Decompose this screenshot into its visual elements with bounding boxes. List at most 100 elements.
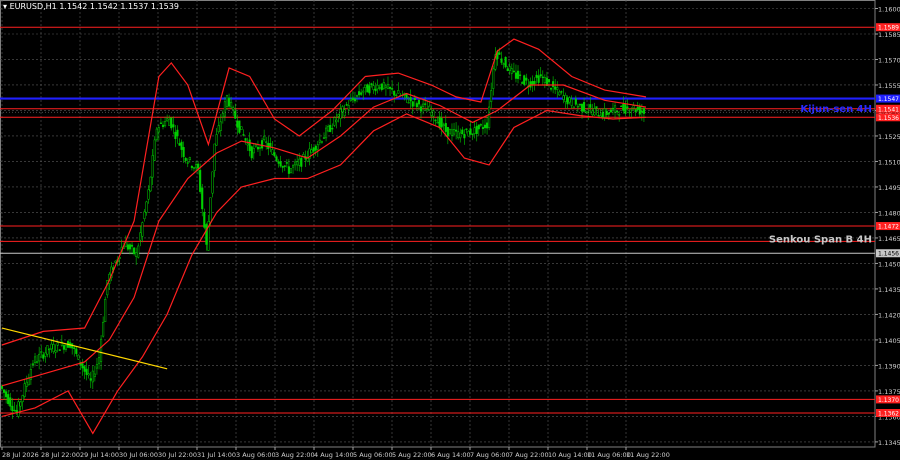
candle-body [593, 108, 596, 116]
candle-body [54, 350, 57, 353]
candle-body [172, 124, 175, 128]
candle-body [442, 124, 445, 126]
candle-body [459, 132, 462, 139]
candle-body [481, 127, 484, 130]
candle-body [9, 397, 12, 407]
candle-body [133, 247, 136, 255]
candle-body [36, 361, 39, 363]
candle-body [190, 166, 193, 168]
candle-body [194, 164, 198, 169]
candle-body [228, 97, 231, 107]
candle-body [314, 145, 317, 151]
candle-body [176, 129, 179, 137]
candle-body [490, 90, 493, 102]
candle-body [197, 163, 200, 169]
candle-body [428, 105, 431, 111]
candle-body [370, 83, 373, 86]
candle-body [562, 95, 565, 100]
candle-body [523, 75, 526, 85]
candle-body [607, 112, 610, 115]
candle-body [141, 222, 144, 237]
candle-body [479, 124, 482, 126]
candle-body [502, 63, 505, 65]
candle-body [312, 147, 315, 152]
candle-body [409, 97, 412, 102]
candle-body [620, 105, 623, 108]
price-tick-label: 1.1480 [878, 209, 900, 217]
candle-body [329, 124, 332, 132]
ohlc-readout: 1.1542 1.1542 1.1537 1.1539 [59, 2, 179, 11]
candle-body [174, 131, 177, 139]
time-tick-label: 28 Jul 22:00 [41, 451, 80, 459]
candle-body [422, 103, 425, 107]
candle-body [636, 106, 639, 110]
candle-body [265, 141, 268, 143]
dropdown-triangle-icon[interactable]: ▾ [3, 2, 7, 11]
candle-body [391, 88, 394, 90]
candle-body [486, 122, 489, 129]
candle-body [320, 141, 323, 143]
level-price-label: 1.1536 [878, 115, 899, 122]
candle-body [126, 244, 129, 250]
candle-body [347, 105, 350, 110]
candle-body [7, 394, 10, 404]
level-price-label: 1.1547 [878, 96, 899, 103]
candle-body [248, 139, 251, 151]
price-tick-label: 1.1570 [878, 56, 900, 64]
candle-body [488, 106, 491, 129]
line-annotation: Kijun-sen 4H [800, 104, 872, 115]
candle-body [139, 232, 142, 241]
candle-body [258, 147, 262, 149]
candle-body [46, 345, 49, 355]
price-chart[interactable]: 1.16001.15851.15701.15551.15401.15251.15… [0, 0, 900, 460]
candle-body [516, 70, 520, 79]
candle-body [595, 106, 598, 109]
candle-body [477, 124, 480, 130]
candle-body [316, 144, 319, 150]
candle-body [159, 122, 162, 124]
candle-body [411, 101, 414, 107]
candle-body [508, 66, 511, 72]
candle-body [275, 156, 278, 161]
candle-body [547, 79, 551, 83]
candle-body [376, 84, 379, 90]
candle-body [137, 245, 140, 258]
candle-body [483, 124, 487, 129]
candle-body [157, 127, 160, 133]
candle-body [426, 109, 429, 112]
candle-body [405, 94, 408, 99]
level-price-label: 1.1362 [878, 411, 899, 418]
time-tick-label: 6 Aug 14:00 [431, 451, 471, 459]
candle-body [510, 68, 513, 74]
candle-body [535, 74, 538, 78]
candle-body [397, 90, 400, 94]
candle-body [622, 104, 625, 111]
candle-body [566, 97, 569, 105]
candle-body [130, 244, 134, 247]
price-tick-label: 1.1585 [878, 31, 900, 39]
candle-body [244, 138, 247, 141]
candle-body [102, 321, 105, 337]
candle-body [95, 364, 98, 369]
candle-body [236, 120, 239, 128]
candle-body [300, 157, 303, 167]
candle-body [360, 92, 363, 95]
price-tick-label: 1.1345 [878, 439, 900, 447]
candle-body [572, 106, 575, 109]
candle-body [467, 130, 470, 137]
chart-window: 1.16001.15851.15701.15551.15401.15251.15… [0, 0, 900, 460]
candle-body [62, 345, 65, 350]
time-tick-label: 5 Aug 22:00 [392, 451, 432, 459]
candle-body [38, 353, 41, 362]
candle-body [500, 58, 503, 63]
level-price-label: 1.1541 [878, 106, 899, 113]
candle-body [570, 98, 573, 106]
candle-body [58, 349, 61, 351]
candle-body [93, 373, 96, 377]
price-tick-label: 1.1465 [878, 235, 900, 243]
candle-body [419, 106, 423, 112]
candle-body [457, 131, 460, 139]
candle-body [166, 118, 169, 122]
candle-body [469, 128, 472, 135]
trendline [1, 327, 168, 370]
